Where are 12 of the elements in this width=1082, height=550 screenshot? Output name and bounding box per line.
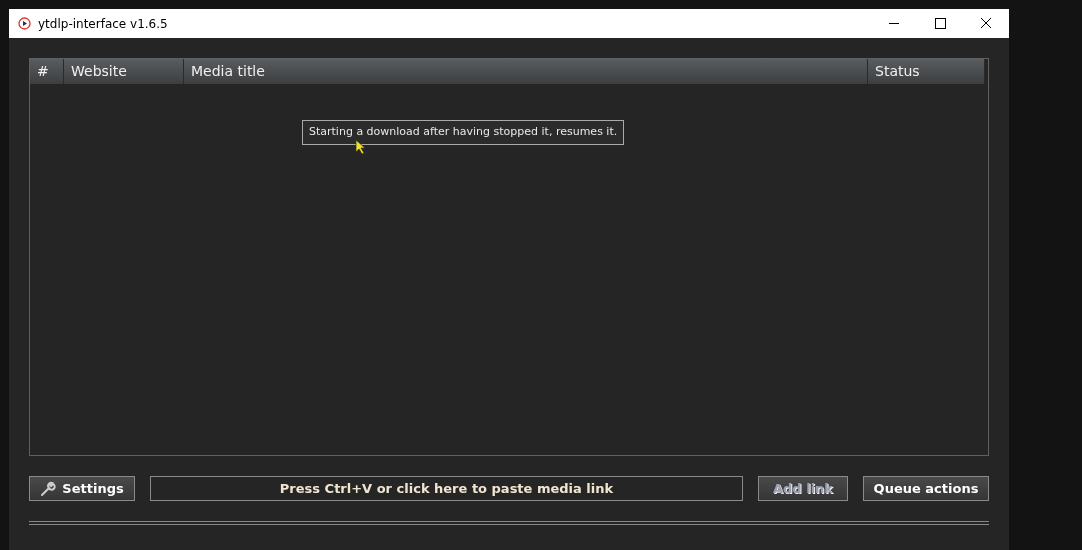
column-header[interactable]: Media title: [184, 59, 868, 84]
wrench-icon: [40, 480, 57, 497]
column-header[interactable]: Website: [64, 59, 184, 84]
tooltip: Starting a download after having stopped it, resumes it.: [302, 120, 625, 145]
window-title: ytdlp-interface v1.6.5: [38, 15, 168, 33]
action-button[interactable]: Queue actions: [863, 476, 989, 501]
play-icon: [18, 17, 31, 30]
column-header[interactable]: #: [30, 59, 64, 84]
cursor-icon: [355, 139, 367, 155]
link-input-field[interactable]: Press Ctrl+V or click here to paste media link: [150, 476, 743, 501]
settings-button[interactable]: Settings: [29, 476, 135, 501]
column-header[interactable]: Status: [868, 59, 985, 84]
